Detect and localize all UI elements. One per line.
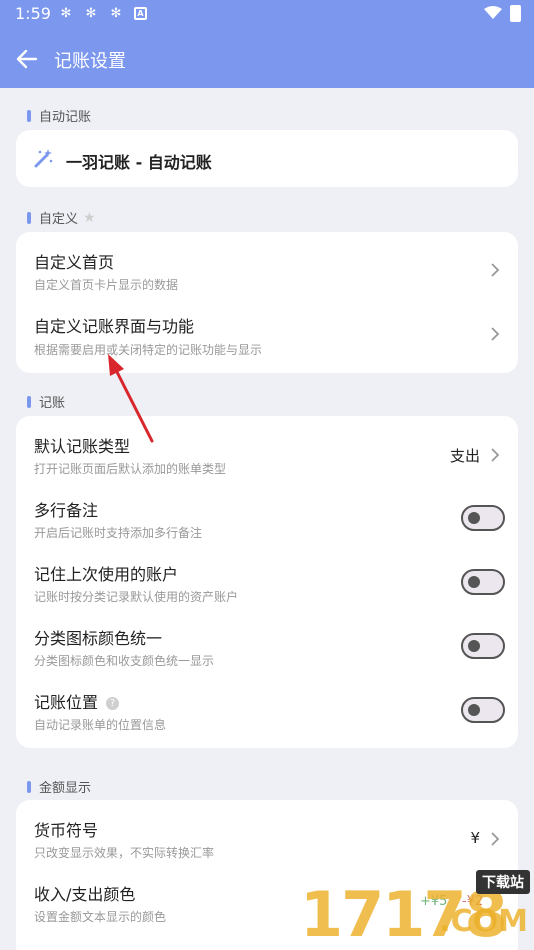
watermark-domain: .COM bbox=[439, 904, 528, 939]
watermark-logo: 17178 下载站 .COM bbox=[300, 870, 530, 950]
annotation-arrow bbox=[108, 354, 154, 443]
watermark-badge: 下载站 bbox=[476, 870, 530, 894]
